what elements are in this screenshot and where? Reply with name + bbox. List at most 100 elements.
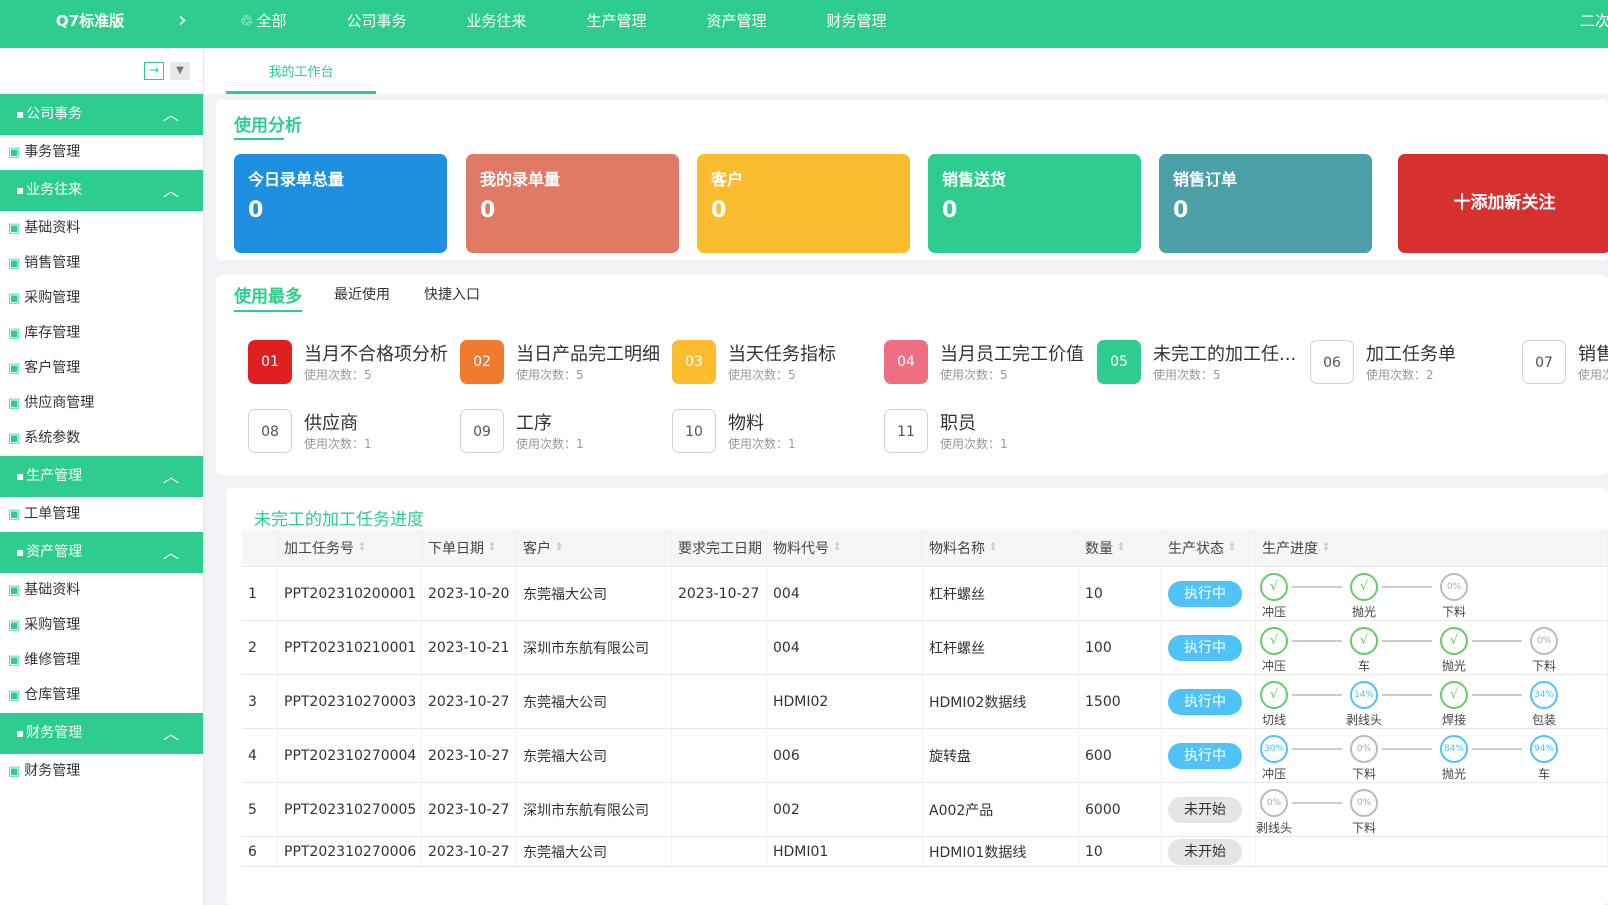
stat-card[interactable]: 销售订单 0 (1159, 154, 1372, 253)
status-badge[interactable]: 执行中 (1168, 634, 1242, 661)
nav-production[interactable]: 生产管理 (587, 0, 647, 42)
sort-icon[interactable]: ⇕ (1228, 542, 1236, 553)
progress-steps: √ 冲压 √ 抛光 0% 下料 (1256, 567, 1607, 620)
stat-card[interactable]: 我的录单量 0 (466, 154, 679, 253)
sidebar-group-2[interactable]: ▪ 生产管理 ︿ (0, 456, 203, 497)
table-row[interactable]: 3 PPT202310270003 2023-10-27 东莞福大公司 HDMI02 HD… (242, 675, 1608, 729)
sidebar-item[interactable]: ▣ 库存管理 (0, 316, 203, 351)
chevron-right-icon[interactable]: › (178, 8, 187, 33)
quick-item[interactable]: 06 加工任务单 使用次数：2 (1310, 340, 1520, 386)
sort-icon[interactable]: ⇕ (989, 542, 997, 553)
sidebar-item[interactable]: ▣ 供应商管理 (0, 386, 203, 421)
sidebar-group-3[interactable]: ▪ 资产管理 ︿ (0, 532, 203, 573)
quick-item[interactable]: 04 当月员工完工价值 使用次数：5 (884, 340, 1094, 386)
sidebar-item[interactable]: ▣ 系统参数 (0, 421, 203, 456)
progress-step[interactable]: √ 抛光 (1434, 627, 1474, 674)
progress-step[interactable]: √ 冲压 (1256, 573, 1294, 620)
sort-icon[interactable]: ⇕ (488, 542, 496, 553)
column-header[interactable]: 要求完工日期 (672, 529, 767, 566)
sidebar-group-1[interactable]: ▪ 业务往来 ︿ (0, 170, 203, 211)
tab-shortcuts[interactable]: 快捷入口 (424, 284, 480, 304)
stat-card[interactable]: 客户 0 (697, 154, 910, 253)
column-header[interactable]: 生产进度 ⇕ (1256, 529, 1608, 566)
sidebar-item[interactable]: ▣ 采购管理 (0, 608, 203, 643)
progress-step[interactable]: √ 抛光 (1344, 573, 1384, 620)
column-header[interactable]: 物料名称 ⇕ (923, 529, 1079, 566)
column-header[interactable]: 下单日期 ⇕ (422, 529, 517, 566)
stat-card[interactable]: 今日录单总量 0 (234, 154, 447, 253)
progress-step[interactable]: √ 冲压 (1256, 627, 1294, 674)
quick-item[interactable]: 11 职员 使用次数：1 (884, 409, 1094, 455)
progress-step[interactable]: √ 车 (1344, 627, 1384, 674)
column-header[interactable]: 加工任务号 ⇕ (278, 529, 422, 566)
progress-step[interactable]: 0% 剥线头 (1256, 789, 1294, 836)
quick-item-badge: 09 (460, 409, 504, 453)
status-badge[interactable]: 执行中 (1168, 688, 1242, 715)
sidebar-item[interactable]: ▣ 客户管理 (0, 351, 203, 386)
table-row[interactable]: 2 PPT202310210001 2023-10-21 深圳市东航有限公司 004 杠杆… (242, 621, 1608, 675)
progress-step[interactable]: √ 切线 (1256, 681, 1294, 728)
sidebar-item[interactable]: ▣ 销售管理 (0, 246, 203, 281)
sort-icon[interactable]: ⇕ (833, 542, 841, 553)
sort-icon[interactable]: ⇕ (1322, 542, 1330, 553)
table-row[interactable]: 6 PPT202310270006 2023-10-27 东莞福大公司 HDMI01 HD… (242, 837, 1608, 867)
sidebar-item[interactable]: ▣ 事务管理 (0, 135, 203, 170)
secondary-dev-link[interactable]: 二次开发 (1580, 0, 1608, 42)
progress-step[interactable]: √ 焊接 (1434, 681, 1474, 728)
expand-icon[interactable]: → (144, 62, 164, 80)
status-badge[interactable]: 执行中 (1168, 580, 1242, 607)
sort-icon[interactable]: ⇕ (555, 542, 563, 553)
quick-item[interactable]: 08 供应商 使用次数：1 (248, 409, 458, 455)
sidebar-item[interactable]: ▣ 基础资料 (0, 573, 203, 608)
nav-assets[interactable]: 资产管理 (707, 0, 767, 42)
sidebar-item[interactable]: ▣ 采购管理 (0, 281, 203, 316)
column-header[interactable]: 生产状态 ⇕ (1162, 529, 1256, 566)
quick-item[interactable]: 01 当月不合格项分析 使用次数：5 (248, 340, 458, 386)
sort-icon[interactable]: ⇕ (1117, 542, 1125, 553)
quick-item[interactable]: 09 工序 使用次数：1 (460, 409, 670, 455)
progress-step[interactable]: 14% 剥线头 (1344, 681, 1384, 728)
tab-my-workbench[interactable]: 我的工作台 (226, 62, 376, 94)
table-row[interactable]: 1 PPT202310200001 2023-10-20 东莞福大公司 2023-10-… (242, 567, 1608, 621)
column-header[interactable]: 物料代号 ⇕ (767, 529, 923, 566)
quick-item[interactable]: 05 未完工的加工任... 使用次数：5 (1097, 340, 1307, 386)
sidebar-item[interactable]: ▣ 财务管理 (0, 754, 203, 789)
progress-step[interactable]: 34% 包装 (1524, 681, 1564, 728)
progress-step[interactable]: 0% 下料 (1344, 789, 1384, 836)
sidebar-item[interactable]: ▣ 仓库管理 (0, 678, 203, 713)
quick-item[interactable]: 10 物料 使用次数：1 (672, 409, 882, 455)
stat-card[interactable]: 销售送货 0 (928, 154, 1141, 253)
progress-step[interactable]: 94% 车 (1524, 735, 1564, 782)
nav-finance[interactable]: 财务管理 (827, 0, 887, 42)
sidebar-item[interactable]: ▣ 维修管理 (0, 643, 203, 678)
sort-icon[interactable]: ⇕ (358, 542, 366, 553)
quick-item-badge: 03 (672, 340, 716, 384)
progress-step[interactable]: 84% 抛光 (1434, 735, 1474, 782)
progress-step[interactable]: 0% 下料 (1434, 573, 1474, 620)
sidebar-item-label: 系统参数 (24, 430, 81, 446)
dropdown-icon[interactable]: ▼ (170, 62, 190, 80)
sidebar-item[interactable]: ▣ 工单管理 (0, 497, 203, 532)
quick-item[interactable]: 03 当天任务指标 使用次数：5 (672, 340, 882, 386)
status-badge[interactable]: 未开始 (1168, 838, 1242, 865)
sidebar-group-4[interactable]: ▪ 财务管理 ︿ (0, 713, 203, 754)
nav-business[interactable]: 业务往来 (466, 0, 526, 42)
table-row[interactable]: 4 PPT202310270004 2023-10-27 东莞福大公司 006 旋转盘 60… (242, 729, 1608, 783)
nav-all[interactable]: ♲ 全部 (240, 0, 286, 42)
quick-item[interactable]: 02 当日产品完工明细 使用次数：5 (460, 340, 670, 386)
status-badge[interactable]: 执行中 (1168, 742, 1242, 769)
progress-step[interactable]: 30% 冲压 (1256, 735, 1294, 782)
tab-most-used[interactable]: 使用最多 (234, 282, 302, 307)
tab-recent[interactable]: 最近使用 (334, 284, 390, 304)
column-header[interactable]: 数量 ⇕ (1079, 529, 1162, 566)
nav-company-affairs[interactable]: 公司事务 (346, 0, 406, 42)
sidebar-item[interactable]: ▣ 基础资料 (0, 211, 203, 246)
column-header[interactable]: 客户 ⇕ (517, 529, 672, 566)
progress-step[interactable]: 0% 下料 (1524, 627, 1564, 674)
progress-step[interactable]: 0% 下料 (1344, 735, 1384, 782)
status-badge[interactable]: 未开始 (1168, 796, 1242, 823)
sidebar-group-0[interactable]: ▪ 公司事务 ︿ (0, 94, 203, 135)
quick-item[interactable]: 07 销售使用次 (1522, 340, 1608, 386)
table-row[interactable]: 5 PPT202310270005 2023-10-27 深圳市东航有限公司 002 A0… (242, 783, 1608, 837)
add-follow-button[interactable]: 十添加新关注 (1398, 154, 1608, 253)
